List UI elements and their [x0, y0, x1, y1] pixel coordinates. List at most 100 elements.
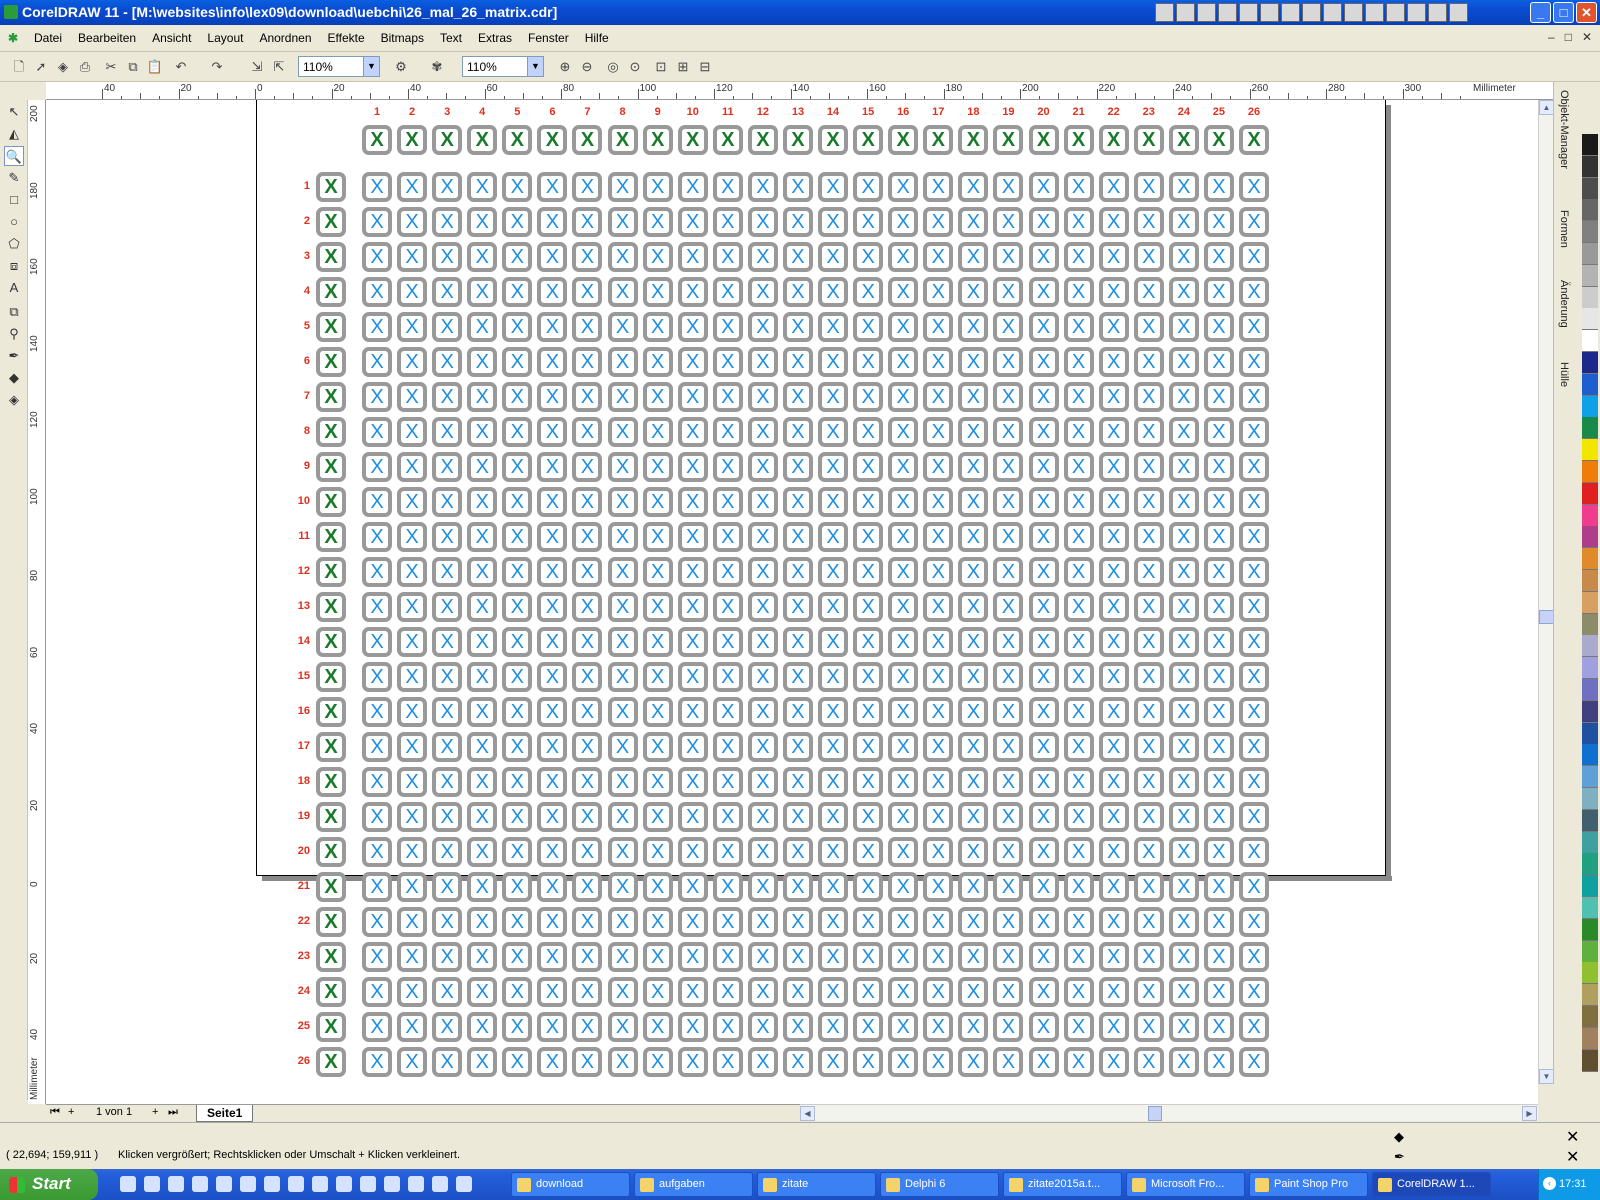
matrix-cell[interactable]: X — [1098, 522, 1129, 552]
matrix-cell[interactable]: X — [677, 172, 708, 202]
matrix-cell[interactable]: X — [537, 907, 568, 937]
color-swatch[interactable] — [1582, 766, 1598, 789]
matrix-cell[interactable]: X — [958, 1047, 989, 1077]
matrix-cell[interactable]: X — [642, 242, 673, 272]
matrix-cell[interactable]: X — [782, 487, 813, 517]
matrix-cell[interactable]: X — [362, 452, 392, 482]
matrix-cell[interactable]: X — [642, 592, 673, 622]
matrix-cell[interactable]: X — [502, 697, 533, 727]
matrix-cell[interactable]: X — [572, 382, 603, 412]
matrix-cell[interactable]: X — [397, 417, 428, 447]
matrix-cell[interactable]: X — [888, 382, 919, 412]
matrix-cell[interactable]: X — [1063, 347, 1094, 377]
matrix-cell[interactable]: X — [712, 1047, 743, 1077]
matrix-cell[interactable]: X — [467, 942, 498, 972]
matrix-cell[interactable]: X — [818, 977, 849, 1007]
matrix-cell[interactable]: X — [642, 1047, 673, 1077]
matrix-cell[interactable]: X — [467, 872, 498, 902]
matrix-cell[interactable]: X — [677, 557, 708, 587]
matrix-cell[interactable]: X — [537, 242, 568, 272]
matrix-cell[interactable]: X — [1168, 872, 1199, 902]
matrix-cell[interactable]: X — [888, 277, 919, 307]
matrix-cell[interactable]: X — [1168, 592, 1199, 622]
matrix-cell[interactable]: X — [677, 942, 708, 972]
matrix-cell[interactable]: X — [537, 627, 568, 657]
matrix-cell[interactable]: X — [923, 557, 954, 587]
matrix-cell[interactable]: X — [888, 907, 919, 937]
matrix-cell[interactable]: X — [782, 242, 813, 272]
matrix-cell[interactable]: X — [432, 452, 463, 482]
matrix-cell[interactable]: X — [1168, 627, 1199, 657]
matrix-cell[interactable]: X — [572, 487, 603, 517]
matrix-cell[interactable]: X — [747, 382, 778, 412]
matrix-cell[interactable]: X — [607, 907, 638, 937]
matrix-cell[interactable]: X — [362, 662, 392, 692]
matrix-cell[interactable]: X — [1239, 242, 1269, 272]
matrix-cell[interactable]: X — [467, 1047, 498, 1077]
menu-fenster[interactable]: Fenster — [520, 31, 577, 45]
chevron-down-icon[interactable]: ▼ — [527, 57, 543, 76]
matrix-cell[interactable]: X — [1098, 452, 1129, 482]
matrix-cell[interactable]: X — [502, 312, 533, 342]
matrix-cell[interactable]: X — [818, 1012, 849, 1042]
matrix-cell[interactable]: X — [712, 347, 743, 377]
matrix-cell[interactable]: X — [677, 487, 708, 517]
pick-tool-icon[interactable]: ↖ — [4, 102, 24, 122]
matrix-cell[interactable]: X — [467, 312, 498, 342]
matrix-cell[interactable]: X — [607, 767, 638, 797]
matrix-cell[interactable]: X — [642, 557, 673, 587]
color-swatch[interactable] — [1582, 243, 1598, 265]
matrix-cell[interactable]: X — [1063, 417, 1094, 447]
color-swatch[interactable] — [1582, 570, 1598, 592]
matrix-cell[interactable]: X — [467, 207, 498, 237]
matrix-cell[interactable]: X — [958, 592, 989, 622]
corel-online-icon[interactable]: ✾ — [428, 58, 446, 76]
row-header-cell[interactable]: X — [316, 662, 346, 692]
matrix-cell[interactable]: X — [1168, 347, 1199, 377]
matrix-cell[interactable]: X — [1133, 347, 1164, 377]
matrix-cell[interactable]: X — [1239, 1047, 1269, 1077]
matrix-cell[interactable]: X — [958, 172, 989, 202]
matrix-cell[interactable]: X — [1203, 277, 1234, 307]
matrix-cell[interactable]: X — [923, 487, 954, 517]
matrix-cell[interactable]: X — [1028, 557, 1059, 587]
matrix-cell[interactable]: X — [1098, 802, 1129, 832]
first-page-icon[interactable]: ⏮ — [50, 1106, 60, 1119]
taskbar-button[interactable]: CorelDRAW 1... — [1372, 1172, 1491, 1197]
matrix-cell[interactable]: X — [607, 872, 638, 902]
matrix-cell[interactable]: X — [1098, 1012, 1129, 1042]
matrix-cell[interactable]: X — [782, 977, 813, 1007]
row-header-cell[interactable]: X — [316, 907, 346, 937]
matrix-cell[interactable]: X — [1168, 522, 1199, 552]
matrix-cell[interactable]: X — [397, 662, 428, 692]
matrix-cell[interactable]: X — [782, 312, 813, 342]
matrix-cell[interactable]: X — [1239, 1012, 1269, 1042]
matrix-cell[interactable]: X — [1168, 207, 1199, 237]
matrix-cell[interactable]: X — [958, 907, 989, 937]
matrix-cell[interactable]: X — [397, 557, 428, 587]
matrix-cell[interactable]: X — [1203, 207, 1234, 237]
header-cell[interactable]: X — [1168, 125, 1199, 155]
matrix-cell[interactable]: X — [1063, 1012, 1094, 1042]
matrix-cell[interactable]: X — [1028, 977, 1059, 1007]
matrix-cell[interactable]: X — [677, 1012, 708, 1042]
app-icon-5[interactable] — [1239, 3, 1258, 22]
color-swatch[interactable] — [1582, 809, 1598, 832]
matrix-cell[interactable]: X — [642, 1012, 673, 1042]
matrix-cell[interactable]: X — [1239, 592, 1269, 622]
basic-shapes-icon[interactable]: ⧈ — [4, 256, 24, 276]
mail-icon[interactable] — [1218, 3, 1237, 22]
matrix-cell[interactable]: X — [1168, 837, 1199, 867]
color-swatch[interactable] — [1582, 940, 1598, 963]
matrix-cell[interactable]: X — [502, 1012, 533, 1042]
matrix-cell[interactable]: X — [467, 662, 498, 692]
app-icon-9[interactable] — [1323, 3, 1342, 22]
matrix-cell[interactable]: X — [642, 942, 673, 972]
matrix-cell[interactable]: X — [747, 837, 778, 867]
matrix-cell[interactable]: X — [537, 1012, 568, 1042]
matrix-cell[interactable]: X — [432, 907, 463, 937]
matrix-cell[interactable]: X — [1028, 382, 1059, 412]
taskbar-button[interactable]: download — [511, 1172, 630, 1197]
matrix-cell[interactable]: X — [677, 417, 708, 447]
matrix-cell[interactable]: X — [467, 452, 498, 482]
